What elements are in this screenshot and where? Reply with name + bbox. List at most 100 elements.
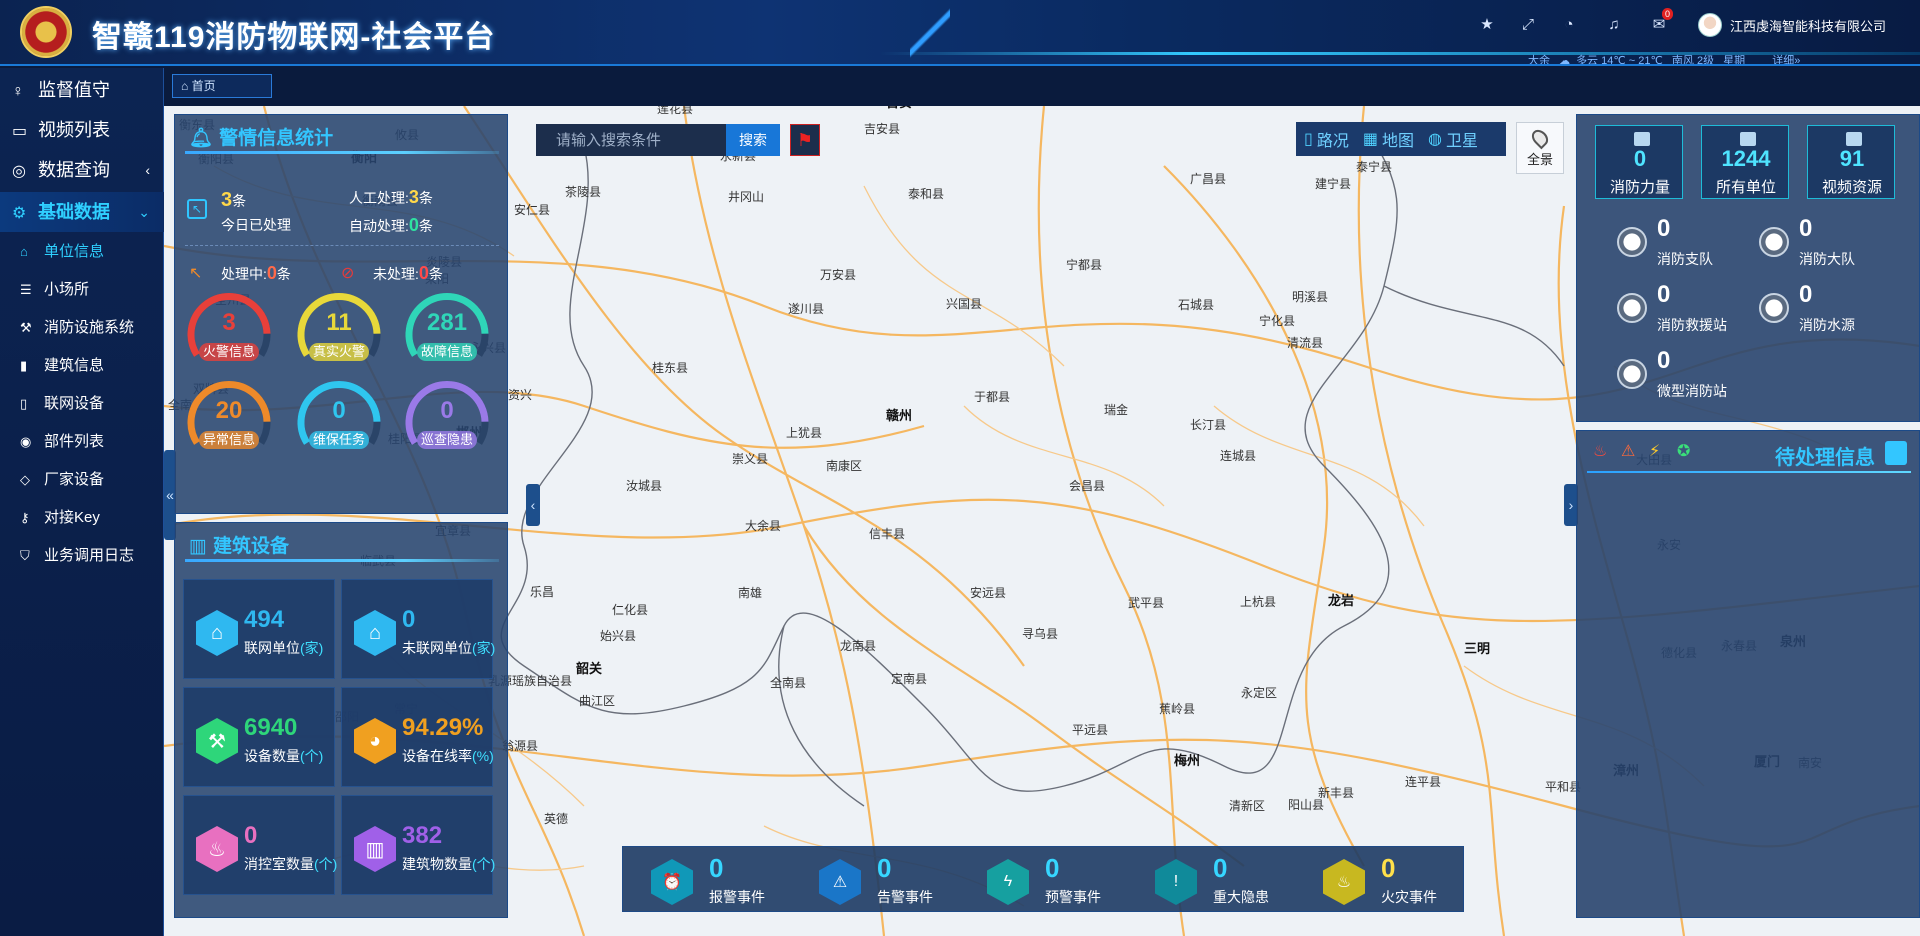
satellite-view-button[interactable]: ◍ 卫星: [1428, 127, 1478, 151]
wrench-icon: ⚒: [20, 320, 32, 335]
today-processed-count: 3条: [221, 189, 247, 211]
pie-icon: ◕: [354, 718, 396, 764]
map-city-label: 资兴: [508, 388, 533, 402]
processing-count: 处理中:0条: [221, 263, 291, 283]
map-city-label: 兴国县: [946, 297, 983, 311]
stat-icon: [1634, 132, 1650, 146]
title-underline: [185, 559, 499, 562]
force-item-2[interactable]: 0 消防救援站: [1617, 281, 1777, 341]
event-3[interactable]: ! 0 重大隐患: [1131, 853, 1291, 909]
avatar[interactable]: [1698, 13, 1722, 37]
event-name: 预警事件: [1045, 889, 1101, 905]
event-0[interactable]: ⏰ 0 报警事件: [627, 853, 787, 909]
tile-value: 382: [402, 822, 443, 849]
force-item-3[interactable]: 0 消防水源: [1759, 281, 1919, 341]
sidebar-item-component-list[interactable]: ◉ 部件列表: [0, 424, 164, 460]
weather-detail-link[interactable]: 详细»: [1772, 55, 1800, 64]
exclamation-icon: !: [1155, 859, 1197, 905]
map-view-button[interactable]: ▦ 地图: [1363, 127, 1414, 151]
equipment-tile-3[interactable]: ◕ 94.29% 设备在线率(%): [341, 687, 494, 787]
manual-processed: 人工处理:3条: [349, 187, 433, 207]
flag-icon[interactable]: ⚑: [790, 124, 820, 156]
tile-name: 消控室数量(个): [244, 856, 338, 872]
map-city-label: 莲花县: [657, 106, 694, 116]
sidebar-item-video-list[interactable]: ▭ 视频列表: [0, 110, 164, 150]
fire-emblem-logo: [20, 6, 72, 58]
fullview-button[interactable]: 全景: [1516, 122, 1564, 174]
gauge-5[interactable]: 0 巡查隐患: [401, 373, 493, 459]
sidebar-item-data-query[interactable]: ◎ 数据查询 ‹: [0, 150, 164, 190]
sidebar-item-vendor-device[interactable]: ◇ 厂家设备: [0, 462, 164, 498]
event-name: 告警事件: [877, 889, 933, 905]
resource-stat-0[interactable]: 0 消防力量: [1595, 125, 1683, 199]
tile-value: 6940: [244, 714, 298, 741]
force-item-1[interactable]: 0 消防大队: [1759, 215, 1919, 275]
event-value: 0: [709, 853, 724, 883]
equipment-tile-1[interactable]: ⌂ 0 未联网单位(家): [341, 579, 495, 679]
force-item-4[interactable]: 0 微型消防站: [1617, 347, 1777, 407]
equipment-tile-2[interactable]: ⚒ 6940 设备数量(个): [183, 687, 335, 787]
gears-icon: ⚙: [12, 205, 27, 222]
company-name[interactable]: 江西虔海智能科技有限公司: [1730, 16, 1886, 35]
equipment-tile-0[interactable]: ⌂ 494 联网单位(家): [183, 579, 335, 679]
gauge-4[interactable]: 0 维保任务: [293, 373, 385, 459]
sidebar: ♀ 监督值守 ▭ 视频列表 ◎ 数据查询 ‹ ⚙ 基础数据 ⌄ ⌂ 单位信息 ☰ 小场所 ⚒ 消防…: [0, 68, 164, 936]
weather-condition: 多云 14℃ ~ 21℃: [1576, 55, 1663, 66]
map-city-label: 广昌县: [1190, 172, 1227, 186]
gauge-label: 真实火警: [309, 343, 369, 361]
sidebar-item-api-key[interactable]: ⚷ 对接Key: [0, 500, 164, 536]
sidebar-item-fire-facility[interactable]: ⚒ 消防设施系统: [0, 310, 164, 346]
fire-icon[interactable]: ♨: [1593, 441, 1607, 461]
sidebar-item-label: 监督值守: [38, 80, 110, 100]
sidebar-item-small-venue[interactable]: ☰ 小场所: [0, 272, 164, 308]
sidebar-item-label: 业务调用日志: [44, 547, 135, 564]
star-icon[interactable]: ★: [1476, 14, 1498, 36]
search-button[interactable]: 搜索: [726, 124, 780, 156]
dashboard-icon[interactable]: ◔: [1558, 14, 1580, 36]
satellite-label: 卫星: [1445, 133, 1478, 150]
equipment-tile-4[interactable]: ♨ 0 消控室数量(个): [183, 795, 338, 895]
sidebar-item-building-info[interactable]: ▮ 建筑信息: [0, 348, 164, 384]
header-decoration: [910, 0, 950, 64]
event-4[interactable]: ♨ 0 火灾事件: [1299, 853, 1459, 909]
force-item-0[interactable]: 0 消防支队: [1617, 215, 1777, 275]
event-2[interactable]: ϟ 0 预警事件: [963, 853, 1123, 909]
map-city-label: 全南县: [770, 676, 807, 690]
event-1[interactable]: ⚠ 0 告警事件: [795, 853, 955, 909]
gauge-3[interactable]: 20 异常信息: [183, 373, 275, 459]
resource-stat-1[interactable]: 1244 所有单位: [1701, 125, 1789, 199]
equipment-tile-5[interactable]: ▥ 382 建筑物数量(个): [341, 795, 496, 895]
stat-icon: [1846, 132, 1862, 146]
sidebar-item-call-log[interactable]: ⛉ 业务调用日志: [0, 538, 164, 574]
tile-name: 联网单位(家): [244, 640, 324, 656]
map-city-label: 建宁县: [1315, 177, 1352, 191]
bolt-icon[interactable]: ⚡︎: [1649, 441, 1660, 461]
event-value: 0: [1381, 853, 1396, 883]
resource-stat-2[interactable]: 91 视频资源: [1807, 125, 1895, 199]
sidebar-item-unit-info[interactable]: ⌂ 单位信息: [0, 234, 164, 270]
search-input[interactable]: [536, 124, 726, 156]
sidebar-item-basic-data[interactable]: ⚙ 基础数据 ⌄: [0, 192, 164, 232]
map-city-label: 乐昌: [530, 585, 555, 599]
map-city-label: 龙南县: [840, 639, 877, 653]
gauge-2[interactable]: 281 故障信息: [401, 285, 493, 371]
sidebar-item-network-device[interactable]: ▯ 联网设备: [0, 386, 164, 422]
breadcrumb[interactable]: ⌂ 首页: [172, 74, 272, 98]
force-name: 消防救援站: [1657, 317, 1727, 333]
map-city-label: 始兴县: [600, 629, 637, 643]
road-traffic-button[interactable]: ▯ 路况: [1304, 127, 1349, 151]
gauge-0[interactable]: 3 火警信息: [183, 285, 275, 371]
sidebar-item-label: 单位信息: [44, 243, 105, 260]
map-city-label: 上杭县: [1240, 595, 1277, 609]
alert-icon[interactable]: ✪: [1677, 441, 1690, 461]
tile-name: 建筑物数量(个): [402, 856, 496, 872]
sidebar-item-supervision[interactable]: ♀ 监督值守: [0, 70, 164, 110]
bell-icon[interactable]: ♫: [1603, 14, 1625, 36]
collapse-left-handle[interactable]: ‹: [526, 484, 540, 526]
road-label: 路况: [1316, 133, 1349, 150]
fullscreen-icon[interactable]: ⤢: [1517, 14, 1539, 36]
warning-icon[interactable]: ⚠: [1621, 441, 1635, 461]
app-title: 智赣119消防物联网-社会平台: [92, 21, 496, 54]
map-city-label: 武平县: [1128, 596, 1165, 610]
gauge-1[interactable]: 11 真实火警: [293, 285, 385, 371]
